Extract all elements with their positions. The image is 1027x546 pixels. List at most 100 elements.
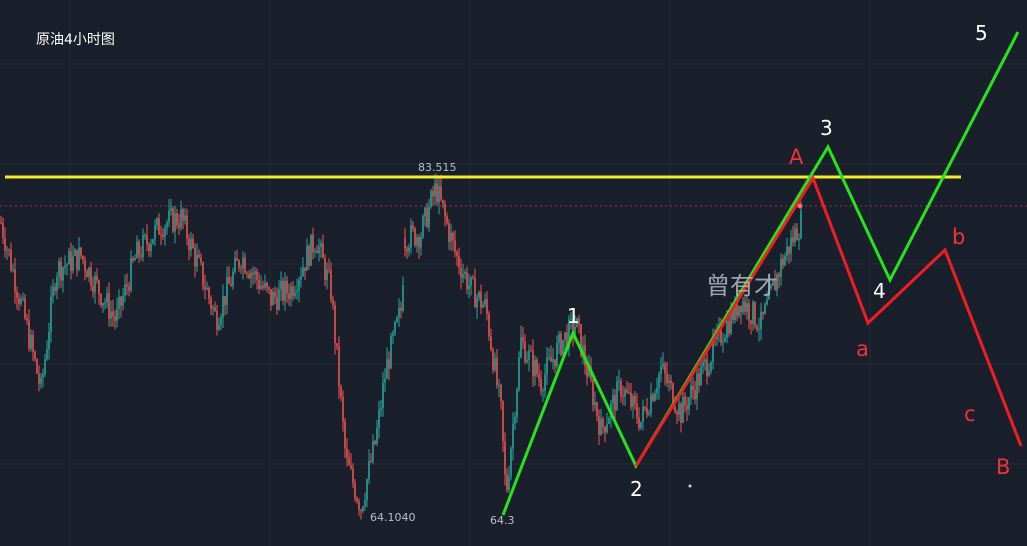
candle-body xyxy=(162,234,164,237)
candle-body xyxy=(758,328,760,330)
candle-body xyxy=(348,457,350,466)
candle-body xyxy=(560,333,562,355)
candle-body xyxy=(84,259,86,271)
candle-body xyxy=(268,287,270,290)
candle-body xyxy=(324,258,326,280)
candle-body xyxy=(372,440,374,462)
candle-body xyxy=(536,360,538,375)
candle-body xyxy=(226,277,228,306)
candle-body xyxy=(562,340,564,355)
candle-body xyxy=(392,333,394,336)
candle-body xyxy=(368,460,370,480)
candle-body xyxy=(432,191,434,197)
candle-body xyxy=(682,396,684,423)
candle-body xyxy=(496,357,498,386)
candle-body xyxy=(54,286,56,291)
candle-body xyxy=(434,183,436,197)
candle-body xyxy=(478,291,480,298)
candle-body xyxy=(698,373,700,386)
candle-body xyxy=(160,234,162,236)
candle-body xyxy=(546,357,548,375)
candle-body xyxy=(620,380,622,397)
candle-body xyxy=(726,320,728,339)
candle-body xyxy=(646,408,648,415)
candle-body xyxy=(98,280,100,295)
candle-body xyxy=(208,288,210,299)
candle-body xyxy=(728,320,730,334)
candle-body xyxy=(316,250,318,254)
candle-body xyxy=(100,294,102,306)
candle-body xyxy=(366,479,368,500)
candle-body xyxy=(144,235,146,237)
candle-body xyxy=(130,258,132,291)
candle-body xyxy=(140,255,142,257)
candle-body xyxy=(86,270,88,278)
candle-body xyxy=(512,423,514,449)
candle-body xyxy=(666,373,668,383)
candle-body xyxy=(782,258,784,266)
candle-body xyxy=(34,351,36,360)
candle-body xyxy=(644,406,646,409)
candle-body xyxy=(640,421,642,429)
candle-body xyxy=(146,235,148,245)
candle-body xyxy=(684,396,686,406)
candle-body xyxy=(608,418,610,425)
candle-body xyxy=(510,448,512,477)
candle-body xyxy=(52,286,54,297)
candle-body xyxy=(650,394,652,414)
candle-body xyxy=(312,234,314,252)
candle-body xyxy=(276,297,278,310)
candle-body xyxy=(428,206,430,227)
candle-body xyxy=(70,251,72,271)
candle-body xyxy=(628,392,630,394)
candle-body xyxy=(318,246,320,254)
candle-body xyxy=(142,235,144,257)
candle-body xyxy=(150,243,152,251)
candle-body xyxy=(180,209,182,228)
candle-body xyxy=(310,234,312,266)
candle-body xyxy=(456,252,458,257)
candle-body xyxy=(784,256,786,266)
candle-body xyxy=(48,332,50,350)
candle-body xyxy=(540,379,542,392)
candle-body xyxy=(266,282,268,288)
candle-body xyxy=(148,244,150,251)
candle-body xyxy=(2,222,4,238)
wave-label-2: 2 xyxy=(630,477,643,501)
candle-body xyxy=(42,373,44,378)
candle-body xyxy=(22,297,24,299)
candle-body xyxy=(72,255,74,271)
candle-body xyxy=(30,335,32,349)
candle-body xyxy=(388,359,390,369)
candle-body xyxy=(462,273,464,278)
chart-stage: 原油4小时图 83.515 64.1040 64.3 1 2 3 4 5 A a… xyxy=(0,0,1027,546)
candle-body xyxy=(228,277,230,284)
candle-body xyxy=(332,299,334,306)
candle-body xyxy=(440,185,442,200)
candle-body xyxy=(58,261,60,278)
candle-body xyxy=(748,303,750,321)
candle-body xyxy=(444,204,446,217)
candle-body xyxy=(210,298,212,309)
candle-body xyxy=(138,241,140,256)
candle-body xyxy=(656,388,658,394)
candle-body xyxy=(110,311,112,319)
candle-body xyxy=(404,238,406,249)
candle-body xyxy=(370,460,372,462)
candle-body xyxy=(422,216,424,238)
candle-body xyxy=(294,292,296,297)
candle-body xyxy=(286,280,288,294)
candle-body xyxy=(234,258,236,273)
candle-body xyxy=(752,301,754,324)
candle-body xyxy=(272,291,274,306)
candle-body xyxy=(402,285,404,311)
candle-body xyxy=(594,402,596,405)
candle-body xyxy=(106,293,108,303)
candle-body xyxy=(538,374,540,380)
candle-body xyxy=(194,247,196,267)
candle-body xyxy=(458,256,460,269)
candle-body xyxy=(396,317,398,322)
candle-body xyxy=(688,397,690,410)
candle-body xyxy=(76,249,78,270)
candle-body xyxy=(114,316,116,321)
